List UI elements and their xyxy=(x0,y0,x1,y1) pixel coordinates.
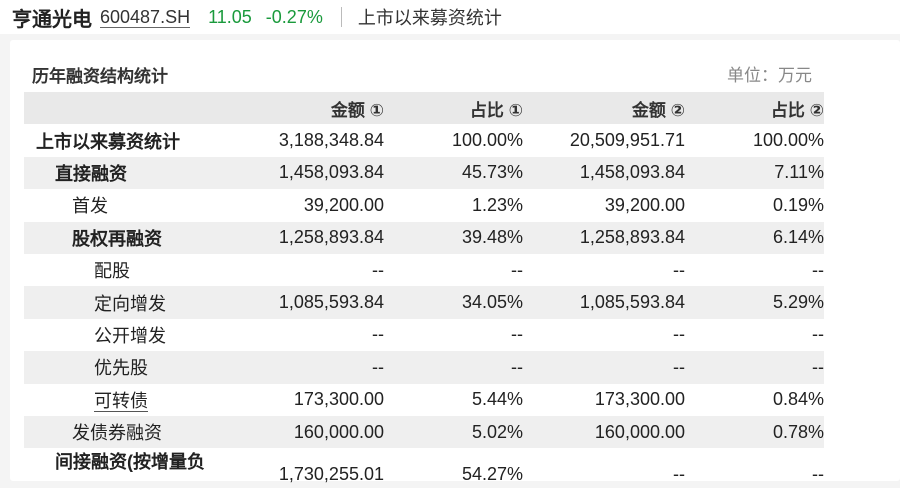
amount-1-cell: 1,085,593.84 xyxy=(278,292,384,313)
row-label-cell: 可转债 xyxy=(24,387,234,413)
table-header-row: 金额 ① 占比 ① 金额 ② 占比 ② xyxy=(24,92,824,125)
table-row: 定向增发 1,085,593.84 34.05% 1,085,593.84 5.… xyxy=(24,286,824,319)
amount-1-cell: 39,200.00 xyxy=(303,194,384,215)
row-label: 发债券融资 xyxy=(72,423,162,444)
table-row: 间接融资(按增量负 1,730,255.01 54.27% -- -- xyxy=(24,448,824,488)
table-row: 优先股 -- -- -- -- xyxy=(24,351,824,384)
row-label: 上市以来募资统计 xyxy=(36,131,180,152)
header-divider xyxy=(340,7,342,27)
stock-price: 11.05 xyxy=(208,6,252,27)
ratio-2-cell: 0.84% xyxy=(772,389,824,410)
stock-change-percent: -0.27% xyxy=(265,6,323,27)
amount-2-cell: 173,300.00 xyxy=(594,389,685,410)
ratio-1-cell: 5.02% xyxy=(471,421,523,442)
stock-code-link[interactable]: 600487.SH xyxy=(100,7,191,28)
ratio-2-cell: -- xyxy=(812,324,824,345)
ratio-1-cell: 39.48% xyxy=(461,227,523,248)
amount-1-cell: 173,300.00 xyxy=(293,389,384,410)
amount-1-cell: -- xyxy=(372,259,384,280)
amount-2-cell: 1,085,593.84 xyxy=(579,292,685,313)
column-header-ratio-2[interactable]: 占比 ② xyxy=(685,96,824,121)
table-row: 配股 -- -- -- -- xyxy=(24,254,824,286)
ratio-1-cell: 5.44% xyxy=(471,389,523,410)
ratio-1-cell: -- xyxy=(511,259,523,280)
amount-2-cell: 1,458,093.84 xyxy=(579,162,685,183)
row-label: 间接融资(按增量负 xyxy=(55,452,205,473)
ratio-1-cell: -- xyxy=(511,324,523,345)
amount-1-cell: -- xyxy=(372,356,384,377)
ratio-2-cell: -- xyxy=(812,464,824,485)
row-label: 优先股 xyxy=(94,358,148,379)
table-row: 发债券融资 160,000.00 5.02% 160,000.00 0.78% xyxy=(24,415,824,449)
table-row: 首发 39,200.00 1.23% 39,200.00 0.19% xyxy=(24,189,824,221)
amount-1-cell: -- xyxy=(372,324,384,345)
financing-table: 金额 ① 占比 ① 金额 ② 占比 ② 上市以来募资统计 3,188,348.8… xyxy=(24,92,824,488)
row-label: 定向增发 xyxy=(94,293,166,314)
ratio-1-cell: 1.23% xyxy=(471,194,523,215)
ratio-2-cell: 0.19% xyxy=(772,194,824,215)
amount-2-cell: 160,000.00 xyxy=(594,421,685,442)
amount-2-cell: -- xyxy=(673,356,685,377)
amount-1-cell: 1,458,093.84 xyxy=(278,162,384,183)
ratio-2-cell: -- xyxy=(812,259,824,280)
row-label: 公开增发 xyxy=(94,325,166,346)
amount-1-cell: 1,730,255.01 xyxy=(278,464,384,485)
amount-2-cell: 20,509,951.71 xyxy=(569,130,685,151)
amount-2-cell: -- xyxy=(673,324,685,345)
ratio-1-cell: -- xyxy=(511,356,523,377)
ratio-1-cell: 34.05% xyxy=(461,292,523,313)
table-row: 上市以来募资统计 3,188,348.84 100.00% 20,509,951… xyxy=(24,124,824,156)
amount-1-cell: 160,000.00 xyxy=(293,421,384,442)
ratio-1-cell: 100.00% xyxy=(451,130,523,151)
stock-name[interactable]: 亨通光电 xyxy=(12,3,92,32)
column-header-ratio-1[interactable]: 占比 ① xyxy=(384,96,523,121)
column-header-amount-2[interactable]: 金额 ② xyxy=(523,96,685,121)
amount-1-cell: 1,258,893.84 xyxy=(278,227,384,248)
stock-header-bar: 亨通光电 600487.SH 11.05 -0.27% 上市以来募资统计 xyxy=(0,0,900,34)
column-header-amount-1[interactable]: 金额 ① xyxy=(234,96,384,121)
table-row: 直接融资 1,458,093.84 45.73% 1,458,093.84 7.… xyxy=(24,156,824,190)
amount-2-cell: -- xyxy=(673,464,685,485)
table-row: 股权再融资 1,258,893.84 39.48% 1,258,893.84 6… xyxy=(24,221,824,254)
ratio-2-cell: 0.78% xyxy=(772,421,824,442)
ratio-1-cell: 45.73% xyxy=(461,162,523,183)
ratio-2-cell: 5.29% xyxy=(772,292,824,313)
row-label: 首发 xyxy=(72,196,108,217)
unit-label: 单位：万元 xyxy=(727,66,812,85)
financing-structure-panel: 历年融资结构统计 单位：万元 金额 ① 占比 ① 金额 ② 占比 ② 上市以来募… xyxy=(10,40,900,484)
amount-2-cell: 39,200.00 xyxy=(604,194,685,215)
row-label: 直接融资 xyxy=(55,163,127,184)
ratio-2-cell: -- xyxy=(812,356,824,377)
ratio-2-cell: 100.00% xyxy=(752,130,824,151)
ratio-2-cell: 7.11% xyxy=(774,162,824,183)
convertible-bond-link[interactable]: 可转债 xyxy=(94,390,148,412)
ratio-1-cell: 54.27% xyxy=(461,464,523,485)
amount-2-cell: -- xyxy=(673,259,685,280)
ratio-2-cell: 6.14% xyxy=(772,227,824,248)
amount-1-cell: 3,188,348.84 xyxy=(278,130,384,151)
page-title: 上市以来募资统计 xyxy=(357,8,502,28)
row-label: 配股 xyxy=(94,261,130,282)
section-title: 历年融资结构统计 xyxy=(32,67,168,86)
table-row: 可转债 173,300.00 5.44% 173,300.00 0.84% xyxy=(24,384,824,416)
table-row: 公开增发 -- -- -- -- xyxy=(24,319,824,351)
amount-2-cell: 1,258,893.84 xyxy=(579,227,685,248)
row-label: 股权再融资 xyxy=(72,228,162,249)
